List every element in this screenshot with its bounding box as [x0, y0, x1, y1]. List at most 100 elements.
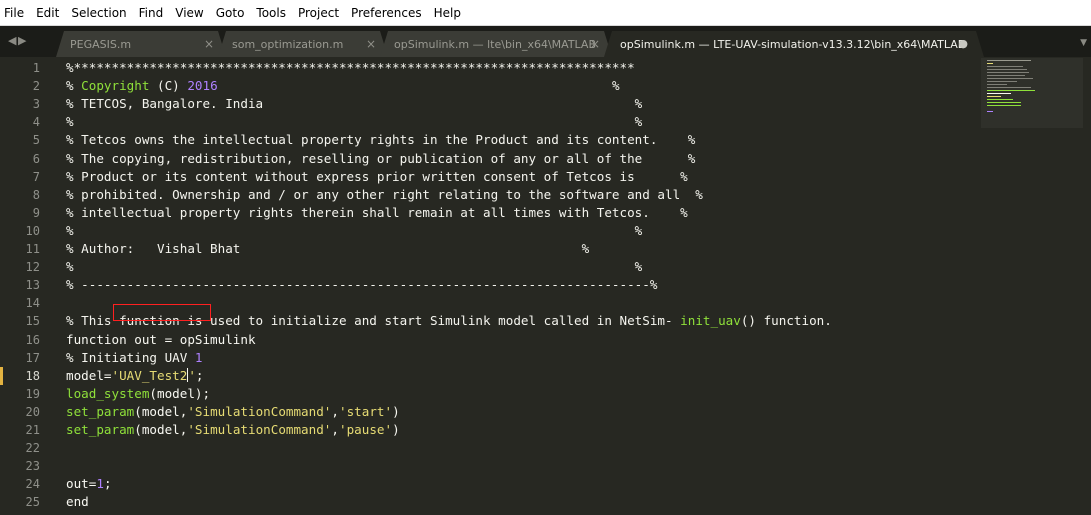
code-token: % The copying, redistribution, reselling… [66, 150, 696, 166]
tab-scroll-down-icon[interactable]: ▼ [1080, 38, 1087, 48]
code-token: 'start' [338, 403, 393, 419]
line-number: 23 [25, 459, 40, 474]
code-text: % Author: Vishal Bhat % [66, 240, 589, 258]
minimap-line [987, 111, 993, 112]
code-line[interactable]: 2% Copyright (C) 2016 % [0, 77, 975, 95]
close-icon[interactable]: × [204, 37, 214, 51]
tab-som-optimization[interactable]: som_optimization.m × [218, 31, 388, 57]
code-token: % TETCOS, Bangalore. India % [66, 96, 643, 112]
line-number: 5 [32, 133, 40, 148]
menu-view[interactable]: View [169, 6, 209, 20]
highlight-annotation-box [113, 304, 211, 321]
line-number: 4 [32, 115, 40, 130]
menu-file[interactable]: File [0, 6, 30, 20]
tab-opsimulink-lte[interactable]: opSimulink.m — lte\bin_x64\MATLAB × [380, 31, 612, 57]
menu-selection[interactable]: Selection [65, 6, 132, 20]
line-number: 21 [25, 423, 40, 437]
line-number: 20 [25, 404, 40, 419]
line-number: 17 [25, 350, 40, 365]
tab-opsimulink-active[interactable]: opSimulink.m — LTE-UAV-simulation-v13.3.… [604, 31, 984, 57]
code-line[interactable]: 6 % The copying, redistribution, resellin… [0, 150, 975, 168]
minimap-line [987, 63, 993, 64]
menu-tools[interactable]: Tools [250, 6, 292, 20]
line-number: 15 [25, 314, 40, 329]
line-number: 3 [32, 97, 40, 112]
code-token: function out = opSimulink [66, 331, 256, 347]
code-token: % --------------------------------------… [66, 277, 658, 293]
code-token: (model, [134, 422, 188, 437]
code-line[interactable]: 11 % Author: Vishal Bhat % [0, 240, 975, 258]
close-icon[interactable]: × [590, 37, 600, 51]
menu-preferences[interactable]: Preferences [345, 6, 428, 20]
line-number: 13 [25, 278, 40, 293]
line-number: 14 [25, 296, 40, 311]
code-text: load_system(model); [66, 385, 210, 403]
menu-goto[interactable]: Goto [210, 6, 251, 20]
code-text: % % [66, 258, 642, 276]
minimap-line [987, 99, 1013, 100]
code-line[interactable]: 19 load_system(model); [0, 385, 975, 403]
line-number: 7 [32, 169, 40, 184]
menu-project[interactable]: Project [292, 6, 345, 20]
code-line[interactable]: 26 [0, 512, 975, 515]
code-token: 1 [96, 476, 104, 492]
minimap-line [987, 87, 1031, 88]
line-number: 10 [25, 223, 40, 238]
unsaved-dot-icon[interactable]: ● [958, 37, 968, 50]
code-line[interactable]: 21 set_param(model,'SimulationCommand','p… [0, 421, 975, 439]
code-line[interactable]: 3 % TETCOS, Bangalore. India % [0, 95, 975, 113]
code-token: 2016 [187, 78, 218, 94]
code-line[interactable]: 18 model='UAV_Test2'; [0, 366, 975, 385]
code-line[interactable]: 24 out=1; [0, 475, 975, 493]
tab-nav-arrows-icon[interactable]: ◀ ▶ [8, 34, 26, 47]
code-line[interactable]: 17 % Initiating UAV 1 [0, 349, 975, 367]
code-line[interactable]: 20 set_param(model,'SimulationCommand','s… [0, 403, 975, 421]
code-token: , [331, 403, 339, 419]
code-line[interactable]: 16 function out = opSimulink [0, 331, 975, 349]
code-token: ; [103, 476, 112, 492]
minimap-line [987, 66, 1023, 67]
code-line[interactable]: 9 % intellectual property rights therein … [0, 204, 975, 222]
minimap[interactable] [985, 60, 1035, 120]
minimap-line [987, 102, 1021, 103]
code-text: % Tetcos owns the intellectual property … [66, 131, 695, 149]
code-token: % [217, 78, 620, 94]
line-number: 2 [32, 79, 40, 94]
code-text: % % [66, 222, 642, 240]
code-line[interactable]: 25 end [0, 493, 975, 511]
tab-label: opSimulink.m — lte\bin_x64\MATLAB [394, 37, 596, 51]
minimap-line [987, 69, 1027, 70]
code-token: % intellectual property rights therein s… [66, 204, 688, 220]
menu-find[interactable]: Find [133, 6, 170, 20]
line-number: 26 [0, 512, 40, 515]
line-number: 1 [32, 61, 40, 75]
code-line[interactable]: 12 % % [0, 258, 975, 276]
close-icon[interactable]: × [366, 37, 376, 51]
menu-help[interactable]: Help [428, 6, 467, 20]
code-line[interactable]: 4 % % [0, 113, 975, 131]
code-line[interactable]: 23 [0, 457, 975, 475]
minimap-line [987, 78, 1033, 79]
code-token: (C) [149, 78, 188, 94]
code-line[interactable]: 7 % Product or its content without expres… [0, 168, 975, 186]
minimap-line [987, 72, 1029, 73]
code-token: Copyright [81, 78, 150, 94]
code-text: % intellectual property rights therein s… [66, 204, 688, 222]
code-editor[interactable]: 1 %**************************************… [0, 57, 1091, 515]
code-token: model= [66, 367, 112, 383]
minimap-line [987, 84, 1007, 85]
code-line[interactable]: 10 % % [0, 222, 975, 240]
code-line[interactable]: 22 [0, 439, 975, 457]
line-number: 8 [32, 187, 40, 202]
minimap-line [987, 90, 1035, 91]
tab-label: PEGASIS.m [70, 37, 132, 51]
menu-edit[interactable]: Edit [30, 6, 65, 20]
code-line[interactable]: 13 % ------------------------------------… [0, 276, 975, 294]
tab-pegasis[interactable]: PEGASIS.m × [56, 31, 226, 57]
line-number: 25 [25, 495, 40, 510]
code-line[interactable]: 5 % Tetcos owns the intellectual property… [0, 131, 975, 149]
line-number: 19 [25, 386, 40, 401]
code-line[interactable]: 1 %**************************************… [0, 59, 975, 77]
code-text: % The copying, redistribution, reselling… [66, 150, 695, 168]
code-line[interactable]: 8 % prohibited. Ownership and / or any ot… [0, 186, 975, 204]
